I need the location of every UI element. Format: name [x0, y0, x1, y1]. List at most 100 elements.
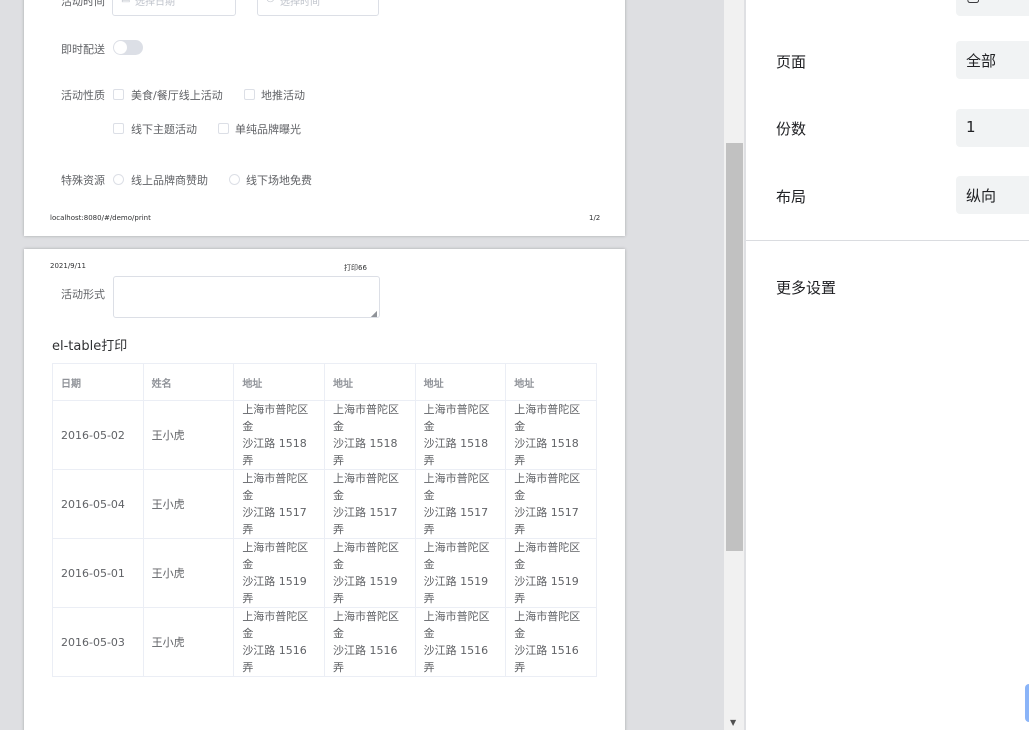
- address-line-1: 上海市普陀区金: [242, 541, 309, 571]
- cell-address: 上海市普陀区金 沙江路 1518 弄: [323, 400, 416, 470]
- copies-label: 份数: [776, 120, 807, 138]
- resource-radio-2[interactable]: [229, 174, 240, 185]
- address-line-2: 沙江路 1519 弄: [242, 575, 307, 605]
- activity-form-textarea[interactable]: ◢: [113, 276, 380, 318]
- nature-checkbox-3[interactable]: [113, 123, 124, 134]
- page-header-date: 2021/9/11: [50, 262, 86, 270]
- address-line-2: 沙江路 1516 弄: [332, 644, 398, 674]
- col-header-date: 日期: [52, 363, 144, 401]
- clock-icon: ◷: [266, 0, 275, 4]
- nature-option-1: 美食/餐厅线上活动: [131, 89, 223, 102]
- resource-radio-1[interactable]: [113, 174, 124, 185]
- resize-handle-icon: ◢: [370, 309, 377, 318]
- address-line-2: 沙江路 1517 弄: [423, 506, 489, 536]
- cell-address: 上海市普陀区金 沙江路 1518 弄: [414, 400, 507, 470]
- cell-name: 王小虎: [142, 538, 235, 608]
- activity-form-label: 活动形式: [61, 288, 105, 301]
- address-line-2: 沙江路 1517 弄: [514, 506, 579, 536]
- destination-icon: ▢: [966, 0, 980, 5]
- nature-checkbox-2[interactable]: [244, 89, 255, 100]
- address-line-1: 上海市普陀区金: [242, 610, 309, 640]
- preview-scrollbar[interactable]: ▼: [724, 0, 744, 730]
- pages-value: 全部: [966, 52, 997, 70]
- cell-address: 上海市普陀区金 沙江路 1519 弄: [323, 538, 416, 608]
- address-line-1: 上海市普陀区金: [242, 403, 309, 433]
- cell-address: 上海市普陀区金 沙江路 1517 弄: [414, 469, 507, 539]
- cell-date: 2016-05-02: [52, 400, 144, 470]
- time-placeholder: 选择时间: [280, 0, 320, 8]
- address-line-1: 上海市普陀区金: [332, 541, 399, 571]
- cell-address: 上海市普陀区金 沙江路 1519 弄: [505, 538, 597, 608]
- address-line-1: 上海市普陀区金: [514, 403, 581, 433]
- cell-address: 上海市普陀区金 沙江路 1516 弄: [233, 607, 325, 677]
- nature-checkbox-1[interactable]: [113, 89, 124, 100]
- destination-select[interactable]: ▢: [956, 0, 1029, 16]
- range-separator: -: [237, 0, 240, 4]
- table-title: el-table打印: [52, 339, 128, 354]
- col-header-address: 地址: [233, 363, 325, 401]
- address-line-1: 上海市普陀区金: [332, 403, 399, 433]
- pages-label: 页面: [776, 53, 807, 71]
- layout-label: 布局: [776, 188, 807, 206]
- scrollbar-thumb[interactable]: [726, 143, 743, 551]
- nature-checkbox-4[interactable]: [218, 123, 229, 134]
- el-table: 日期 姓名 地址 地址 地址 地址 2016-05-02 王小虎 上海市普陀区金…: [52, 363, 597, 677]
- table-row: 2016-05-01 王小虎 上海市普陀区金 沙江路 1519 弄 上海市普陀区金…: [52, 538, 597, 608]
- time-picker-input[interactable]: ◷ 选择时间: [257, 0, 379, 16]
- col-header-address: 地址: [414, 363, 507, 401]
- address-line-2: 沙江路 1519 弄: [514, 575, 579, 605]
- address-line-2: 沙江路 1516 弄: [242, 644, 307, 674]
- activity-time-label: 活动时间: [61, 0, 105, 8]
- cell-name: 王小虎: [142, 469, 235, 539]
- print-settings-panel: ▢ 页面 全部 份数 1 布局 纵向 更多设置: [746, 0, 1029, 730]
- table-row: 2016-05-02 王小虎 上海市普陀区金 沙江路 1518 弄 上海市普陀区金…: [52, 400, 597, 470]
- print-button-edge[interactable]: [1025, 684, 1029, 722]
- layout-value: 纵向: [966, 187, 997, 205]
- copies-input[interactable]: 1: [956, 109, 1029, 147]
- calendar-icon: ▤: [121, 0, 130, 4]
- print-page-1: 活动时间 ▤ 选择日期 - ◷ 选择时间 即时配送 活动性质 美食/餐厅线上活动…: [24, 0, 625, 236]
- cell-address: 上海市普陀区金 沙江路 1517 弄: [323, 469, 416, 539]
- copies-value: 1: [966, 118, 976, 136]
- cell-address: 上海市普陀区金 沙江路 1517 弄: [505, 469, 597, 539]
- switch-knob: [114, 41, 127, 54]
- instant-delivery-switch[interactable]: [113, 40, 143, 55]
- cell-address: 上海市普陀区金 沙江路 1516 弄: [505, 607, 597, 677]
- address-line-2: 沙江路 1519 弄: [332, 575, 398, 605]
- scroll-down-arrow-icon[interactable]: ▼: [730, 718, 736, 727]
- address-line-2: 沙江路 1516 弄: [514, 644, 579, 674]
- cell-address: 上海市普陀区金 沙江路 1517 弄: [233, 469, 325, 539]
- page-footer-number: 1/2: [589, 214, 601, 222]
- resource-option-1: 线上品牌商赞助: [131, 174, 208, 187]
- col-header-address: 地址: [323, 363, 416, 401]
- table-row: 2016-05-04 王小虎 上海市普陀区金 沙江路 1517 弄 上海市普陀区金…: [52, 469, 597, 539]
- address-line-1: 上海市普陀区金: [423, 403, 490, 433]
- address-line-1: 上海市普陀区金: [514, 610, 581, 640]
- col-header-name: 姓名: [142, 363, 235, 401]
- pages-select[interactable]: 全部: [956, 41, 1029, 79]
- cell-address: 上海市普陀区金 沙江路 1518 弄: [505, 400, 597, 470]
- address-line-1: 上海市普陀区金: [514, 472, 581, 502]
- settings-divider: [746, 240, 1029, 241]
- cell-address: 上海市普陀区金 沙江路 1519 弄: [233, 538, 325, 608]
- cell-address: 上海市普陀区金 沙江路 1516 弄: [323, 607, 416, 677]
- activity-nature-label: 活动性质: [61, 89, 105, 102]
- more-settings-toggle[interactable]: 更多设置: [776, 277, 836, 298]
- cell-name: 王小虎: [142, 400, 235, 470]
- date-picker-input[interactable]: ▤ 选择日期: [112, 0, 236, 16]
- table-header-row: 日期 姓名 地址 地址 地址 地址: [52, 363, 597, 401]
- cell-address: 上海市普陀区金 沙江路 1519 弄: [414, 538, 507, 608]
- cell-date: 2016-05-01: [52, 538, 144, 608]
- date-placeholder: 选择日期: [135, 0, 175, 8]
- address-line-2: 沙江路 1517 弄: [332, 506, 398, 536]
- address-line-2: 沙江路 1518 弄: [423, 437, 489, 467]
- address-line-1: 上海市普陀区金: [242, 472, 309, 502]
- cell-address: 上海市普陀区金 沙江路 1516 弄: [414, 607, 507, 677]
- print-preview-area: 活动时间 ▤ 选择日期 - ◷ 选择时间 即时配送 活动性质 美食/餐厅线上活动…: [0, 0, 724, 730]
- layout-select[interactable]: 纵向: [956, 176, 1029, 214]
- page-footer-url: localhost:8080/#/demo/print: [50, 214, 151, 222]
- cell-date: 2016-05-03: [52, 607, 144, 677]
- special-resource-label: 特殊资源: [61, 174, 105, 187]
- cell-name: 王小虎: [142, 607, 235, 677]
- cell-address: 上海市普陀区金 沙江路 1518 弄: [233, 400, 325, 470]
